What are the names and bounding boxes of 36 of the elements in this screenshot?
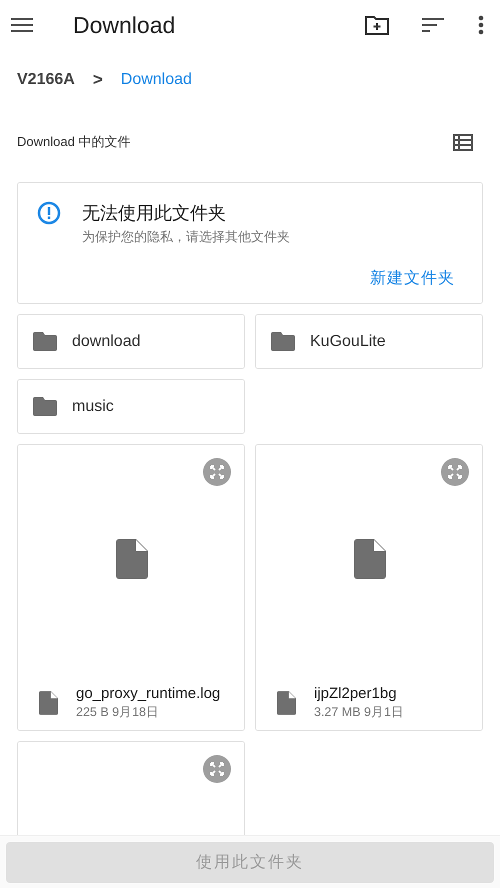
info-icon	[37, 201, 61, 225]
folder-item[interactable]: KuGouLite	[255, 314, 483, 369]
folder-name: KuGouLite	[310, 332, 386, 350]
new-folder-button[interactable]: 新建文件夹	[370, 268, 466, 289]
file-meta: 225 B 9月18日	[76, 704, 160, 721]
folder-icon	[271, 332, 295, 351]
folder-name: music	[72, 398, 114, 416]
file-icon	[354, 539, 386, 579]
folder-name: download	[72, 332, 140, 350]
expand-icon[interactable]	[203, 458, 231, 486]
expand-icon[interactable]	[203, 755, 231, 783]
notice-title: 无法使用此文件夹	[82, 202, 227, 225]
breadcrumb-item[interactable]: Download	[120, 71, 192, 89]
folder-icon	[33, 397, 57, 416]
list-view-icon[interactable]	[453, 134, 473, 150]
file-icon	[277, 691, 296, 715]
app-title: Download	[73, 12, 176, 38]
sort-icon[interactable]	[422, 17, 444, 33]
new-folder-icon[interactable]	[365, 15, 389, 35]
breadcrumb-item[interactable]: V2166A	[17, 71, 75, 89]
folder-item[interactable]: music	[17, 379, 245, 434]
file-meta: 3.27 MB 9月1日	[314, 704, 404, 721]
file-name: go_proxy_runtime.log	[76, 685, 220, 702]
notice-message: 为保护您的隐私，请选择其他文件夹	[82, 228, 290, 246]
expand-icon[interactable]	[441, 458, 469, 486]
file-icon	[39, 691, 58, 715]
menu-icon[interactable]	[11, 17, 33, 33]
file-icon	[116, 539, 148, 579]
file-card[interactable]: ijpZl2per1bg 3.27 MB 9月1日	[255, 444, 483, 731]
chevron-separator: >	[92, 70, 103, 90]
folder-icon	[33, 332, 57, 351]
file-name: ijpZl2per1bg	[314, 685, 398, 702]
section-label: Download 中的文件	[17, 133, 130, 151]
file-card[interactable]: go_proxy_runtime.log 225 B 9月18日	[17, 444, 245, 731]
folder-item[interactable]: download	[17, 314, 245, 369]
more-icon[interactable]	[478, 15, 484, 35]
